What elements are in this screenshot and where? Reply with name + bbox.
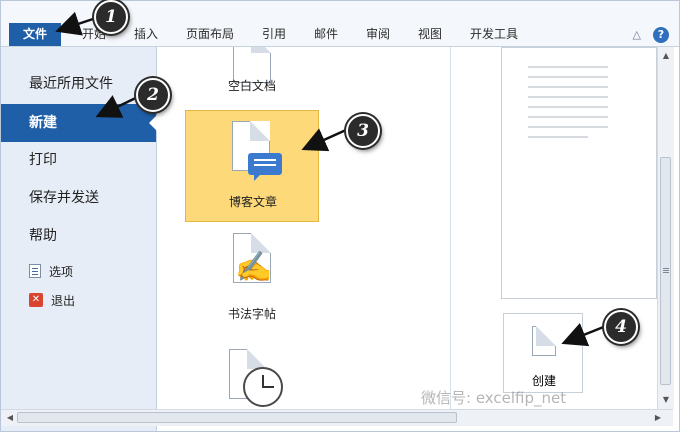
arrow-2 [95, 94, 141, 118]
annotation-badge-2: 2 [136, 78, 170, 112]
arrow-3 [301, 128, 347, 152]
annotation-badge-1: 1 [94, 0, 128, 34]
annotation-badge-3: 3 [346, 114, 380, 148]
arrow-4 [561, 322, 607, 347]
annotation-badge-4: 4 [604, 310, 638, 344]
arrow-1 [55, 11, 97, 36]
annotation-arrows [55, 11, 607, 347]
